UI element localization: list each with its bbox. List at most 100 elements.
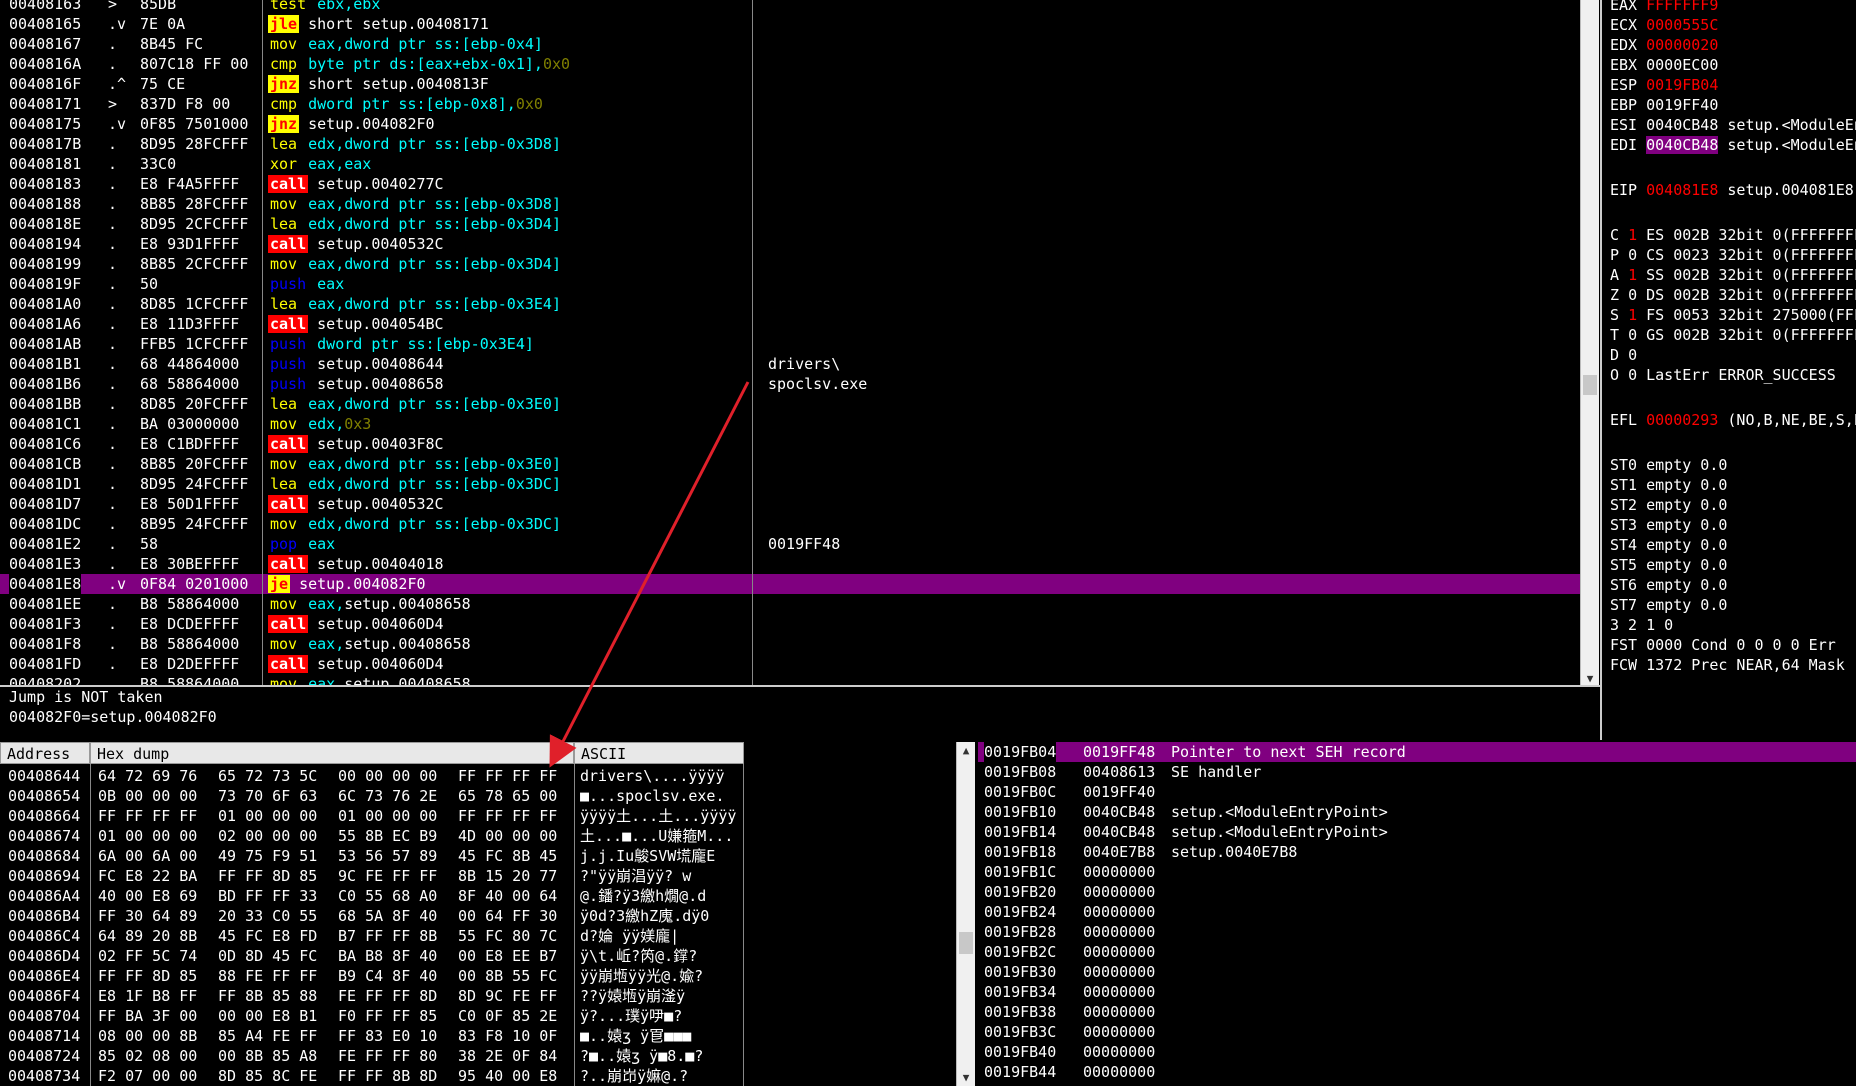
disasm-row[interactable]: 004081B6. 68 58864000 push setup.00408658 s… — [0, 374, 1580, 394]
register-value[interactable]: FFFFFFF9 — [1646, 0, 1718, 14]
disasm-row[interactable]: 004081D1. 8D95 24FCFFF lea edx,dword ptr s… — [0, 474, 1580, 494]
register-value[interactable]: 0 — [1628, 326, 1637, 344]
stack-row[interactable]: 0019FB20 00000000 — [978, 882, 1856, 902]
disasm-row[interactable]: 004081F8. B8 58864000 mov eax,setup.004086… — [0, 634, 1580, 654]
disassembly-scrollbar[interactable]: ▼ — [1580, 0, 1599, 685]
stack-row[interactable]: 0019FB40 00000000 — [978, 1042, 1856, 1062]
stack-row[interactable]: 0019FB34 00000000 — [978, 982, 1856, 1002]
register-row[interactable]: O 0 LastErr ERROR_SUCCESS — [1610, 365, 1836, 385]
register-row[interactable]: A 1 SS 002B 32bit 0(FFFFFFFF) — [1610, 265, 1856, 285]
stack-row[interactable]: 0019FB30 00000000 — [978, 962, 1856, 982]
disasm-row[interactable]: 004081B1. 68 44864000 push setup.00408644 d… — [0, 354, 1580, 374]
disasm-row[interactable]: 004081DC. 8B95 24FCFFF mov edx,dword ptr s… — [0, 514, 1580, 534]
register-row[interactable]: EBX 0000EC00 — [1610, 55, 1718, 75]
register-row[interactable]: FCW 1372 Prec NEAR,64 Mask — [1610, 655, 1845, 675]
stack-row[interactable]: 0019FB04 0019FF48 Pointer to next SEH reco… — [978, 742, 1856, 762]
disasm-row[interactable]: 004081E2. 58 pop eax 0019FF48 — [0, 534, 1580, 554]
disasm-row[interactable]: 00408167. 8B45 FC mov eax,dword ptr ss:[eb… — [0, 34, 1580, 54]
register-row[interactable]: ST7 empty 0.0 — [1610, 595, 1727, 615]
register-row[interactable]: ESP 0019FB04 — [1610, 75, 1718, 95]
disasm-row[interactable]: 00408183. E8 F4A5FFFF call setup.0040277C — [0, 174, 1580, 194]
register-value[interactable]: 0000555C — [1646, 16, 1718, 34]
register-row[interactable]: ST2 empty 0.0 — [1610, 495, 1727, 515]
disasm-row[interactable]: 0040818E. 8D95 2CFCFFF lea edx,dword ptr s… — [0, 214, 1580, 234]
disasm-row[interactable]: 00408202. B8 58864000 mov eax,setup.004086… — [0, 674, 1580, 685]
register-row[interactable]: ST1 empty 0.0 — [1610, 475, 1727, 495]
disasm-row[interactable]: 0040817B. 8D95 28FCFFF lea edx,dword ptr s… — [0, 134, 1580, 154]
disasm-row[interactable]: 004081EE. B8 58864000 mov eax,setup.004086… — [0, 594, 1580, 614]
stack-row[interactable]: 0019FB3C 00000000 — [978, 1022, 1856, 1042]
register-row[interactable]: T 0 GS 002B 32bit 0(FFFFFFFF) — [1610, 325, 1856, 345]
register-value[interactable]: 0019FF40 — [1646, 96, 1718, 114]
scroll-down-icon[interactable]: ▼ — [957, 1071, 975, 1084]
register-row[interactable]: ST4 empty 0.0 — [1610, 535, 1727, 555]
register-value[interactable]: 1 — [1628, 306, 1637, 324]
register-row[interactable]: Z 0 DS 002B 32bit 0(FFFFFFFF) — [1610, 285, 1856, 305]
disasm-row[interactable]: 00408181. 33C0 xor eax,eax — [0, 154, 1580, 174]
register-row[interactable]: EDI 0040CB48 setup.<ModuleEntry — [1610, 135, 1856, 155]
dump-scrollbar-thumb[interactable] — [959, 932, 973, 954]
register-row[interactable]: ECX 0000555C — [1610, 15, 1718, 35]
register-value[interactable]: 0 — [1628, 366, 1637, 384]
register-row[interactable]: C 1 ES 002B 32bit 0(FFFFFFFF) — [1610, 225, 1856, 245]
stack-row[interactable]: 0019FB2C 00000000 — [978, 942, 1856, 962]
stack-row[interactable]: 0019FB14 0040CB48 setup.<ModuleEntryPoint> — [978, 822, 1856, 842]
register-value[interactable]: 0 — [1628, 346, 1637, 364]
disasm-row[interactable]: 004081CB. 8B85 20FCFFF mov eax,dword ptr s… — [0, 454, 1580, 474]
stack-pane[interactable]: 0019FB04 0019FF48 Pointer to next SEH reco… — [978, 742, 1856, 1086]
scroll-down-icon[interactable]: ▼ — [1581, 672, 1599, 685]
column-header-hex-dump[interactable]: Hex dump — [90, 742, 574, 764]
register-row[interactable]: FST 0000 Cond 0 0 0 0 Err — [1610, 635, 1836, 655]
register-row[interactable]: ESI 0040CB48 setup.<ModuleEntry — [1610, 115, 1856, 135]
stack-row[interactable]: 0019FB08 00408613 SE handler — [978, 762, 1856, 782]
register-row[interactable]: ST0 empty 0.0 — [1610, 455, 1727, 475]
register-row[interactable]: S 1 FS 0053 32bit 275000(FFF) — [1610, 305, 1856, 325]
disasm-row[interactable]: 004081A6. E8 11D3FFFF call setup.004054BC — [0, 314, 1580, 334]
stack-row[interactable]: 0019FB28 00000000 — [978, 922, 1856, 942]
register-value[interactable]: 0040CB48 — [1646, 136, 1719, 154]
disasm-row[interactable]: 0040816A. 807C18 FF 00 cmp byte ptr ds:[ea… — [0, 54, 1580, 74]
stack-row[interactable]: 0019FB24 00000000 — [978, 902, 1856, 922]
register-row[interactable]: EBP 0019FF40 — [1610, 95, 1718, 115]
disasm-row[interactable]: 00408163 >85DB test ebx,ebx — [0, 0, 1580, 14]
disassembly-pane[interactable]: 00408163 >85DB test ebx,ebx 00408165 .v 7E 0A… — [0, 0, 1580, 685]
disasm-row[interactable]: 00408199. 8B85 2CFCFFF mov eax,dword ptr s… — [0, 254, 1580, 274]
register-row[interactable]: ST5 empty 0.0 — [1610, 555, 1727, 575]
register-value[interactable]: 1 — [1628, 226, 1637, 244]
disasm-row[interactable]: 004081AB. FFB5 1CFCFFF push dword ptr ss:[… — [0, 334, 1580, 354]
disasm-row[interactable]: 00408165 .v 7E 0A jle short setup.00408171 — [0, 14, 1580, 34]
register-row[interactable]: EAX FFFFFFF9 — [1610, 0, 1718, 15]
disasm-row[interactable]: 00408175 .v 0F85 7501000 jnz setup.004082F0 — [0, 114, 1580, 134]
register-value[interactable]: 0040CB48 — [1646, 116, 1718, 134]
register-row[interactable]: ST6 empty 0.0 — [1610, 575, 1727, 595]
register-row[interactable]: 3 2 1 0 — [1610, 615, 1673, 635]
disasm-row[interactable]: 00408188. 8B85 28FCFFF mov eax,dword ptr s… — [0, 194, 1580, 214]
stack-row[interactable]: 0019FB10 0040CB48 setup.<ModuleEntryPoint> — [978, 802, 1856, 822]
register-row[interactable]: P 0 CS 0023 32bit 0(FFFFFFFF) — [1610, 245, 1856, 265]
disasm-row[interactable]: 004081FD. E8 D2DEFFFF call setup.004060D4 — [0, 654, 1580, 674]
dump-scrollbar[interactable]: ▲ ▼ — [956, 742, 975, 1086]
register-row[interactable]: EIP 004081E8 setup.004081E8 — [1610, 180, 1854, 200]
disasm-row[interactable]: 004081D7. E8 50D1FFFF call setup.0040532C — [0, 494, 1580, 514]
register-value[interactable]: 00000020 — [1646, 36, 1718, 54]
stack-row[interactable]: 0019FB44 00000000 — [978, 1062, 1856, 1082]
disasm-row[interactable]: 004081E3. E8 30BEFFFF call setup.00404018 — [0, 554, 1580, 574]
register-value[interactable]: 0 — [1628, 246, 1637, 264]
hex-dump-pane[interactable]: Address Hex dump ASCII 00408644 64 72 69 … — [0, 742, 976, 1086]
register-value[interactable]: 0000EC00 — [1646, 56, 1718, 74]
register-value[interactable]: 0019FB04 — [1646, 76, 1718, 94]
register-value[interactable]: 0 — [1628, 286, 1637, 304]
stack-row[interactable]: 0019FB38 00000000 — [978, 1002, 1856, 1022]
scroll-up-icon[interactable]: ▲ — [957, 744, 975, 757]
disasm-row[interactable]: 0040816F .^ 75 CE jnz short setup.0040813F — [0, 74, 1580, 94]
disasm-row[interactable]: 004081A0. 8D85 1CFCFFF lea eax,dword ptr s… — [0, 294, 1580, 314]
disasm-row[interactable]: 004081E8 .v 0F84 0201000 je setup.004082F0 — [0, 574, 1580, 594]
register-row[interactable]: ST3 empty 0.0 — [1610, 515, 1727, 535]
register-value[interactable]: 1 — [1628, 266, 1637, 284]
disasm-row[interactable]: 0040819F. 50 push eax — [0, 274, 1580, 294]
stack-row[interactable]: 0019FB18 0040E7B8 setup.0040E7B8 — [978, 842, 1856, 862]
register-row[interactable]: EDX 00000020 — [1610, 35, 1718, 55]
disasm-row[interactable]: 00408171 >837D F8 00 cmp dword ptr ss:[ebp… — [0, 94, 1580, 114]
disasm-row[interactable]: 00408194. E8 93D1FFFF call setup.0040532C — [0, 234, 1580, 254]
registers-pane[interactable]: EAX FFFFFFF9 ECX 0000555C EDX 00000020 EBX … — [1600, 0, 1856, 740]
